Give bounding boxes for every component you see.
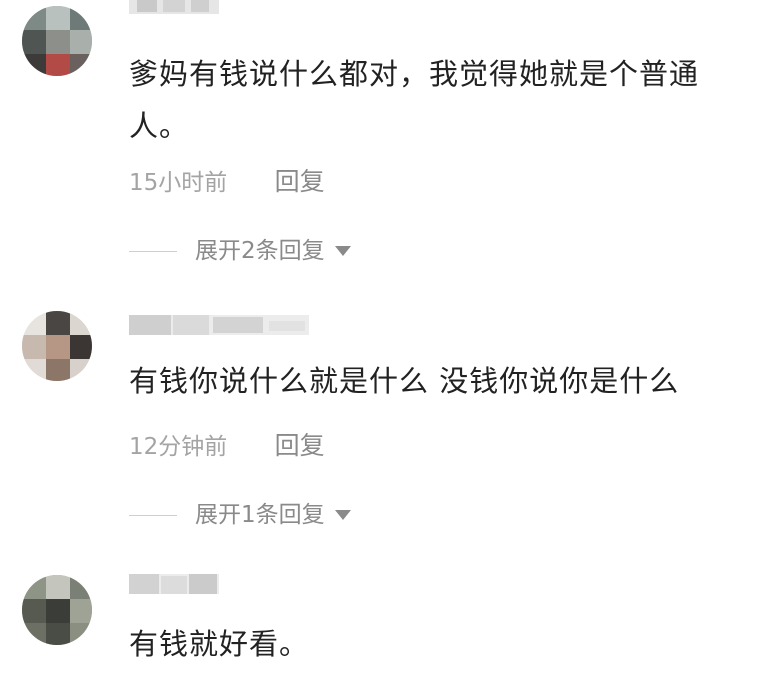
comment-time: 15小时前 bbox=[129, 170, 228, 196]
caret-down-icon bbox=[334, 246, 351, 256]
username-blurred[interactable] bbox=[129, 572, 219, 598]
avatar[interactable] bbox=[22, 311, 92, 381]
avatar[interactable] bbox=[22, 575, 92, 645]
caret-down-icon bbox=[334, 510, 351, 520]
expand-replies-button[interactable]: 展开2条回复 bbox=[129, 236, 351, 266]
comment-text: 爹妈有钱说什么都对，我觉得她就是个普通人。 bbox=[129, 57, 700, 143]
avatar[interactable] bbox=[22, 6, 92, 76]
comment-text: 有钱你说什么就是什么 没钱你说你是什么 bbox=[129, 364, 680, 398]
comment-text: 有钱就好看。 bbox=[129, 627, 310, 661]
reply-button[interactable]: 回复 bbox=[275, 167, 325, 196]
expand-replies-label: 展开1条回复 bbox=[195, 502, 325, 528]
reply-button[interactable]: 回复 bbox=[275, 431, 325, 460]
divider-line bbox=[129, 514, 177, 516]
expand-replies-label: 展开2条回复 bbox=[195, 238, 325, 264]
comment-meta: 15小时前 回复 bbox=[129, 167, 325, 198]
comment-time: 12分钟前 bbox=[129, 434, 228, 460]
divider-line bbox=[129, 250, 177, 252]
username-blurred[interactable] bbox=[129, 313, 309, 339]
comment-meta: 12分钟前 回复 bbox=[129, 431, 325, 462]
username-blurred[interactable] bbox=[129, 0, 219, 26]
expand-replies-button[interactable]: 展开1条回复 bbox=[129, 500, 351, 530]
